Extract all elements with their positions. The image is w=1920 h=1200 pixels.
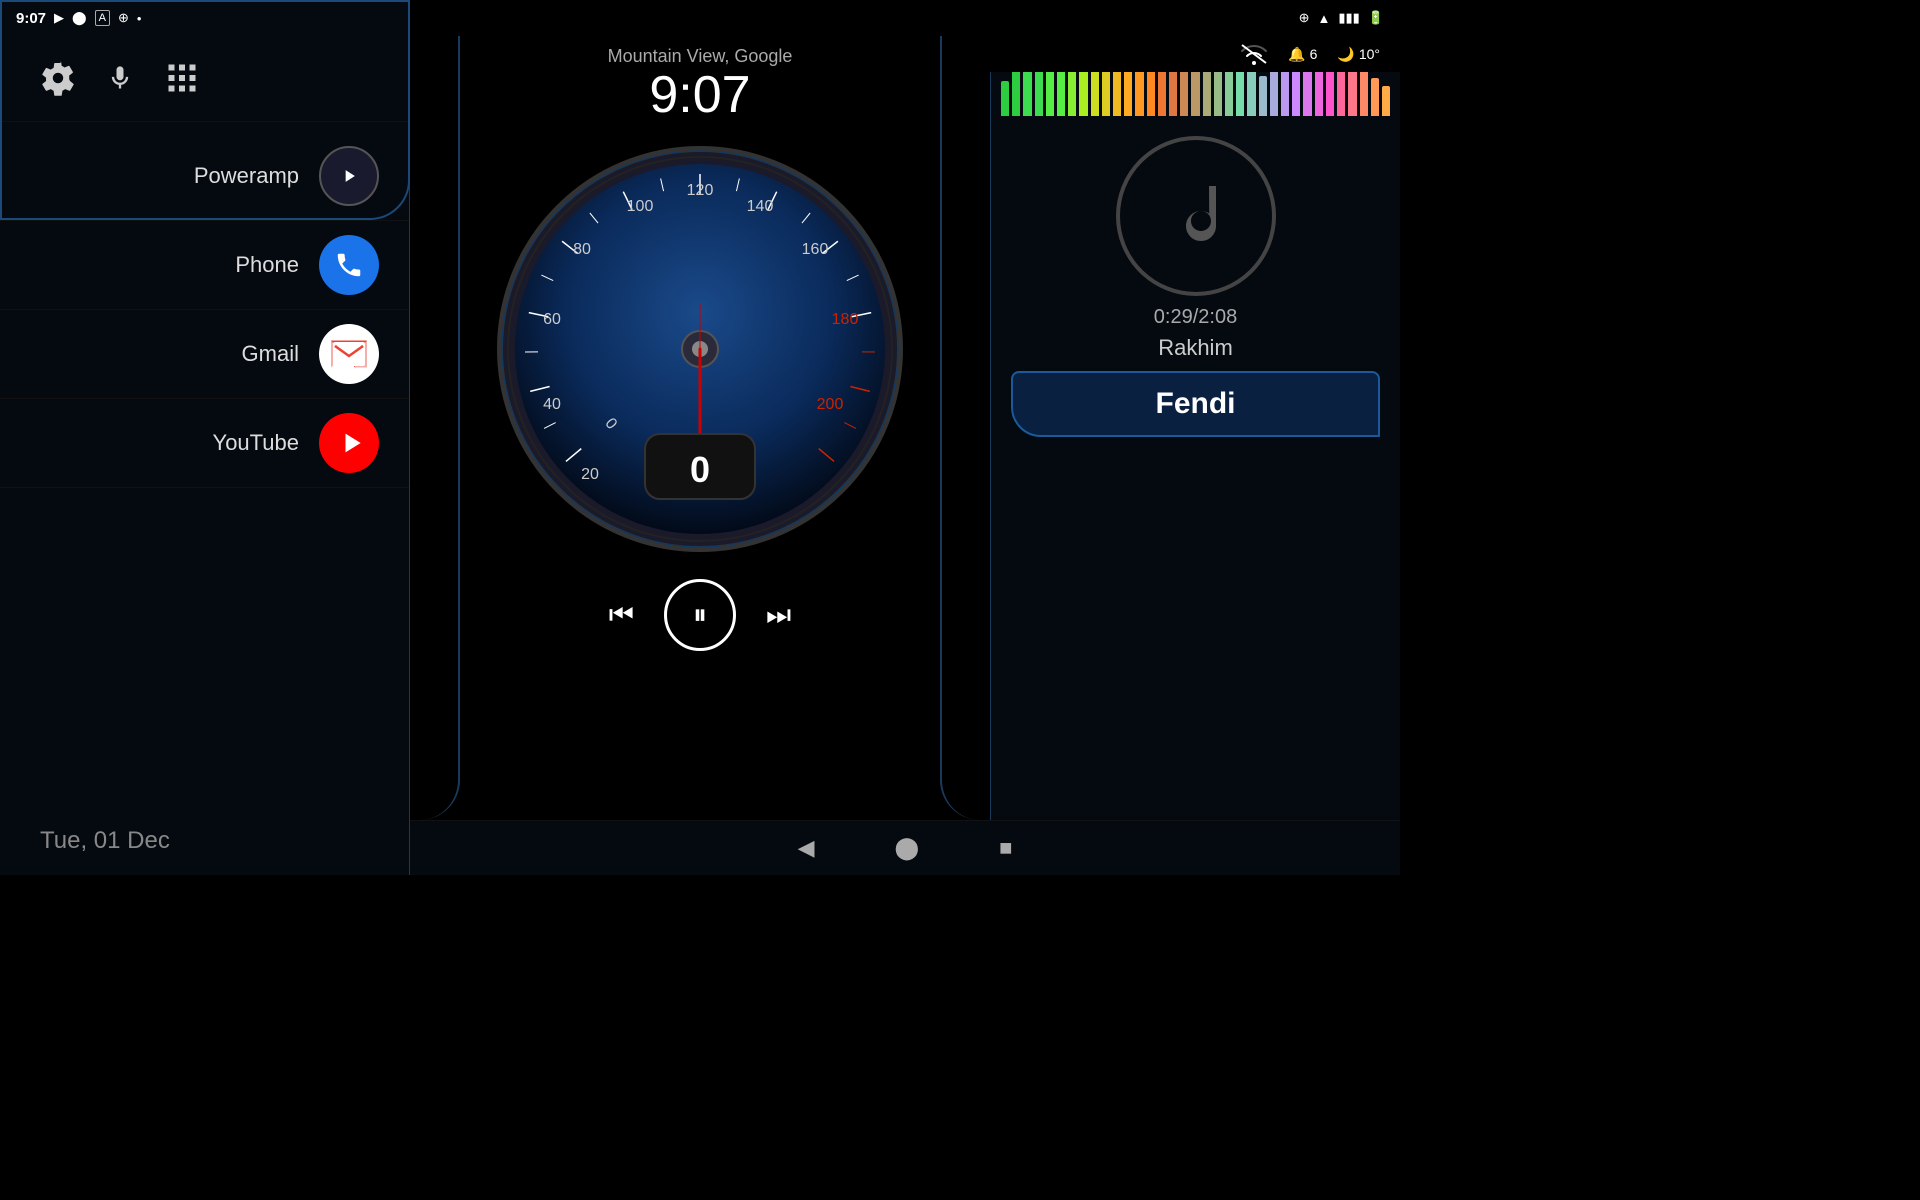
poweramp-app-item[interactable]: Poweramp <box>0 132 409 221</box>
status-bar: 9:07 ▶ ⬤ A ⊕ • ⊕ ▲ ▮▮▮ 🔋 <box>0 0 1400 36</box>
wifi-status <box>1240 43 1268 65</box>
youtube-label: YouTube <box>213 430 299 456</box>
svg-text:60: 60 <box>543 311 561 328</box>
eq-bar <box>1371 78 1379 116</box>
poweramp-label: Poweramp <box>194 163 299 189</box>
music-controls: ⏮ ⏸ ⏭ <box>609 579 791 651</box>
track-artist: Rakhim <box>1158 335 1233 361</box>
svg-text:20: 20 <box>581 466 599 483</box>
autodesk-status-icon: A <box>95 10 110 26</box>
svg-text:40: 40 <box>543 396 561 413</box>
status-right: ⊕ ▲ ▮▮▮ 🔋 <box>1299 10 1384 26</box>
top-right-status-bar: 🔔 6 🌙 10° <box>990 36 1400 72</box>
track-time: 0:29/2:08 <box>1154 306 1237 329</box>
stop-status-icon: ⬤ <box>72 10 87 26</box>
phone-icon[interactable] <box>319 235 379 295</box>
dot-status-icon: • <box>137 11 142 26</box>
back-button[interactable]: ◀ <box>798 835 815 861</box>
gmail-label: Gmail <box>242 341 299 367</box>
date-text: Tue, 01 Dec <box>40 827 170 854</box>
battery-status-icon: 🔋 <box>1368 10 1384 26</box>
eq-bar <box>1023 71 1031 116</box>
status-time: 9:07 <box>16 10 46 27</box>
youtube-icon[interactable] <box>319 413 379 473</box>
svg-text:100: 100 <box>627 198 654 215</box>
song-title-banner: Fendi <box>1011 371 1379 437</box>
signal-status-icon: ▮▮▮ <box>1338 10 1359 26</box>
phone-label: Phone <box>235 252 299 278</box>
recents-button[interactable]: ■ <box>999 835 1012 861</box>
svg-text:180: 180 <box>832 311 859 328</box>
speedometer-svg: 0 20 40 60 80 100 120 140 160 180 200 0 <box>490 139 910 559</box>
svg-text:120: 120 <box>687 182 714 199</box>
left-panel: Poweramp Phone Gmail <box>0 0 410 875</box>
eq-bar <box>1326 71 1334 116</box>
signal-number: 6 <box>1310 46 1318 62</box>
eq-bar <box>1259 76 1267 116</box>
play-pause-button[interactable]: ⏸ <box>664 579 736 651</box>
microphone-icon[interactable] <box>106 60 134 101</box>
center-panel: Mountain View, Google 9:07 <box>410 36 990 875</box>
eq-bar <box>1247 66 1255 116</box>
music-note-icon <box>1116 136 1276 296</box>
right-panel: 🔔 6 🌙 10° 0:29/2:08 Rakhim Fendi <box>990 36 1400 820</box>
volume-icon: 🔔 6 <box>1288 46 1317 63</box>
eq-bar <box>1382 86 1390 116</box>
poweramp-icon[interactable] <box>319 146 379 206</box>
home-button[interactable]: ⬤ <box>895 835 920 861</box>
song-title: Fendi <box>1156 387 1236 420</box>
temperature: 10° <box>1359 46 1380 62</box>
apps-grid-icon[interactable] <box>164 60 200 101</box>
svg-text:200: 200 <box>817 396 844 413</box>
prev-button[interactable]: ⏮ <box>609 599 634 632</box>
location-status-icon: ⊕ <box>1299 10 1310 26</box>
eq-bar <box>1360 68 1368 116</box>
eq-bar <box>1001 81 1009 116</box>
youtube-app-item[interactable]: YouTube <box>0 399 409 488</box>
svg-text:140: 140 <box>747 198 774 215</box>
date-display: Tue, 01 Dec <box>0 807 409 875</box>
location-text: Mountain View, Google <box>608 46 793 67</box>
play-status-icon: ▶ <box>54 10 64 26</box>
clock-display: 9:07 <box>608 67 793 124</box>
svg-text:0: 0 <box>690 449 710 490</box>
wifi-status-icon: ▲ <box>1317 11 1330 26</box>
location-header: Mountain View, Google 9:07 <box>608 36 793 129</box>
weather-display: 🌙 10° <box>1337 46 1380 63</box>
status-left: 9:07 ▶ ⬤ A ⊕ • <box>16 10 141 27</box>
android-status-icon: ⊕ <box>118 10 129 26</box>
phone-app-item[interactable]: Phone <box>0 221 409 310</box>
svg-text:80: 80 <box>573 241 591 258</box>
gmail-app-item[interactable]: Gmail <box>0 310 409 399</box>
speedometer: 0 20 40 60 80 100 120 140 160 180 200 0 <box>490 139 910 559</box>
settings-icon[interactable] <box>40 60 76 101</box>
app-list: Poweramp Phone Gmail <box>0 122 409 807</box>
next-button[interactable]: ⏭ <box>766 599 791 632</box>
svg-text:160: 160 <box>802 241 829 258</box>
gmail-icon[interactable] <box>319 324 379 384</box>
nav-bar: ◀ ⬤ ■ <box>410 820 1400 875</box>
